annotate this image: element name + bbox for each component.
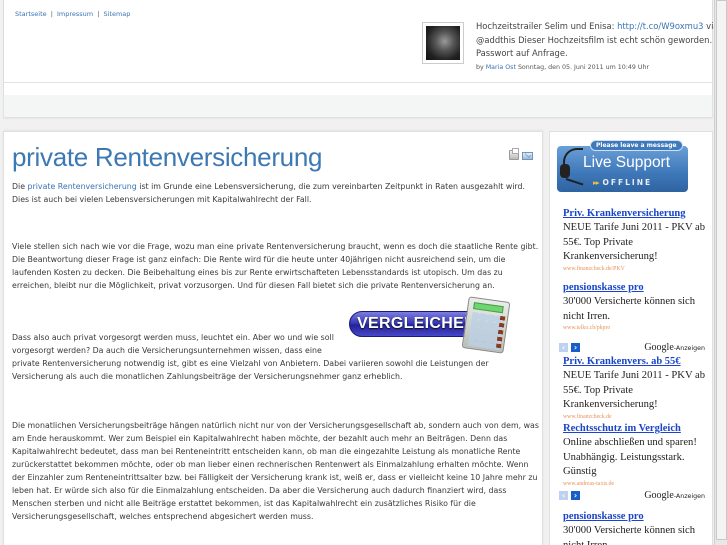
article-paragraph: Die monatlichen Versicherungsbeiträge hä… — [12, 421, 539, 521]
paragraph-text: private Rentenversicherung notwendig ist… — [12, 359, 489, 381]
live-support-status: ▸▸ OFFLINE — [593, 178, 652, 187]
ad-item: Priv. Krankenvers. ab 55€ NEUE Tarife Ju… — [563, 355, 711, 422]
scrollbar-thumb[interactable] — [716, 0, 727, 540]
fast-forward-icon: ▸▸ — [593, 178, 599, 187]
ad-prev-button[interactable]: ‹ — [559, 491, 568, 500]
paragraph-text: Die — [12, 182, 28, 191]
by-label: by — [476, 64, 486, 71]
ad-body: NEUE Tarife Juni 2011 - PKV ab 55€. Top … — [563, 222, 706, 263]
ad-item: Rechtsschutz im Vergleich Online abschli… — [563, 422, 711, 489]
article-tools — [509, 148, 533, 160]
vertical-scrollbar[interactable] — [714, 0, 727, 545]
ad-next-button[interactable]: › — [571, 491, 580, 500]
ad-url[interactable]: www.finanzcheck.de — [563, 413, 711, 422]
nav-separator: | — [50, 10, 53, 18]
live-support-title: Live Support — [583, 154, 671, 171]
tweet-text: Hochzeitstrailer Selim und Enisa: http:/… — [476, 20, 727, 61]
ad-item: pensionskasse pro 30'000 Versicherte kön… — [563, 510, 711, 545]
right-sidebar: Please leave a message Live Support ▸▸ OF… — [549, 131, 713, 545]
ad-url[interactable]: www.andreas-taxis.de — [563, 480, 711, 489]
live-support-button[interactable]: Please leave a message Live Support ▸▸ OF… — [557, 140, 688, 192]
site-header: Startseite | Impressum | Sitemap Hochzei… — [3, 0, 719, 83]
ad-item: pensionskasse pro 30'000 Versicherte kön… — [563, 281, 711, 333]
ad-item: Priv. Krankenversicherung NEUE Tarife Ju… — [563, 207, 711, 274]
status-text: OFFLINE — [602, 178, 653, 187]
anzeigen-label: -Anzeigen — [673, 493, 705, 500]
print-icon[interactable] — [509, 148, 519, 160]
rentenversicherung-link[interactable]: private Rentenversicherung — [28, 182, 137, 191]
article-content: private Rentenversicherung Die private R… — [3, 131, 543, 545]
header-divider — [3, 83, 713, 95]
ad-title-link[interactable]: Priv. Krankenversicherung — [563, 207, 711, 221]
headset-icon — [559, 148, 584, 188]
top-navigation: Startseite | Impressum | Sitemap — [15, 10, 130, 18]
email-icon[interactable] — [522, 152, 533, 160]
article-paragraph: Die private Rentenversicherung ist im Gr… — [12, 180, 539, 206]
anzeigen-label: -Anzeigen — [673, 345, 705, 352]
calculator-screen — [473, 302, 504, 314]
ad-body: NEUE Tarife Juni 2011 - PKV ab 55€. Top … — [563, 370, 706, 411]
ad-body: Online abschließen und sparen! Unabhängi… — [563, 437, 697, 478]
ad-prev-button[interactable]: ‹ — [559, 343, 568, 352]
ad-body: 30'000 Versicherte können sich nicht Irr… — [563, 296, 696, 322]
article-paragraph: Dass also auch privat vorgesorgt werden … — [12, 331, 532, 383]
ad-next-button[interactable]: › — [571, 343, 580, 352]
nav-link-impressum[interactable]: Impressum — [57, 10, 93, 18]
tweet-date: Sonntag, den 05. Juni 2011 um 10:49 Uhr — [515, 64, 650, 71]
page-title: private Rentenversicherung — [12, 142, 323, 172]
paragraph-text: Dass also auch privat vorgesorgt werden … — [12, 333, 334, 355]
google-ads-label[interactable]: Google-Anzeigen — [644, 490, 705, 501]
ad-title-link[interactable]: pensionskasse pro — [563, 510, 711, 524]
tweet-author-link[interactable]: Maria Ost — [486, 64, 516, 71]
sub-navigation-bar — [3, 95, 713, 118]
ad-title-link[interactable]: Rechtsschutz im Vergleich — [563, 422, 711, 436]
nav-separator: | — [97, 10, 100, 18]
ad-navigation: ‹ › Google-Anzeigen — [559, 490, 709, 502]
tweet-link[interactable]: http://t.co/W9oxmu3 — [617, 21, 703, 31]
ad-body: 30'000 Versicherte können sich nicht Irr… — [563, 525, 696, 545]
ad-title-link[interactable]: Priv. Krankenvers. ab 55€ — [563, 355, 711, 369]
author-avatar — [422, 22, 464, 64]
google-ads-label[interactable]: Google-Anzeigen — [644, 342, 705, 353]
tweet-meta: by Maria Ost Sonntag, den 05. Juni 2011 … — [476, 64, 649, 71]
avatar-photo — [426, 26, 460, 60]
ad-title-link[interactable]: pensionskasse pro — [563, 281, 711, 295]
google-logo: Google — [644, 490, 674, 501]
nav-link-sitemap[interactable]: Sitemap — [103, 10, 130, 18]
ad-url[interactable]: www.telko.ch/pkpro — [563, 324, 711, 333]
leave-message-label: Please leave a message — [590, 140, 683, 151]
nav-link-startseite[interactable]: Startseite — [15, 10, 47, 18]
google-logo: Google — [644, 342, 674, 353]
ad-navigation: ‹ › Google-Anzeigen — [559, 342, 709, 354]
tweet-text-start: Hochzeitstrailer Selim und Enisa: — [476, 21, 618, 31]
article-paragraph: Viele stellen sich nach wie vor die Frag… — [12, 242, 539, 290]
ad-url[interactable]: www.finanzcheck.de/PKV — [563, 265, 711, 274]
